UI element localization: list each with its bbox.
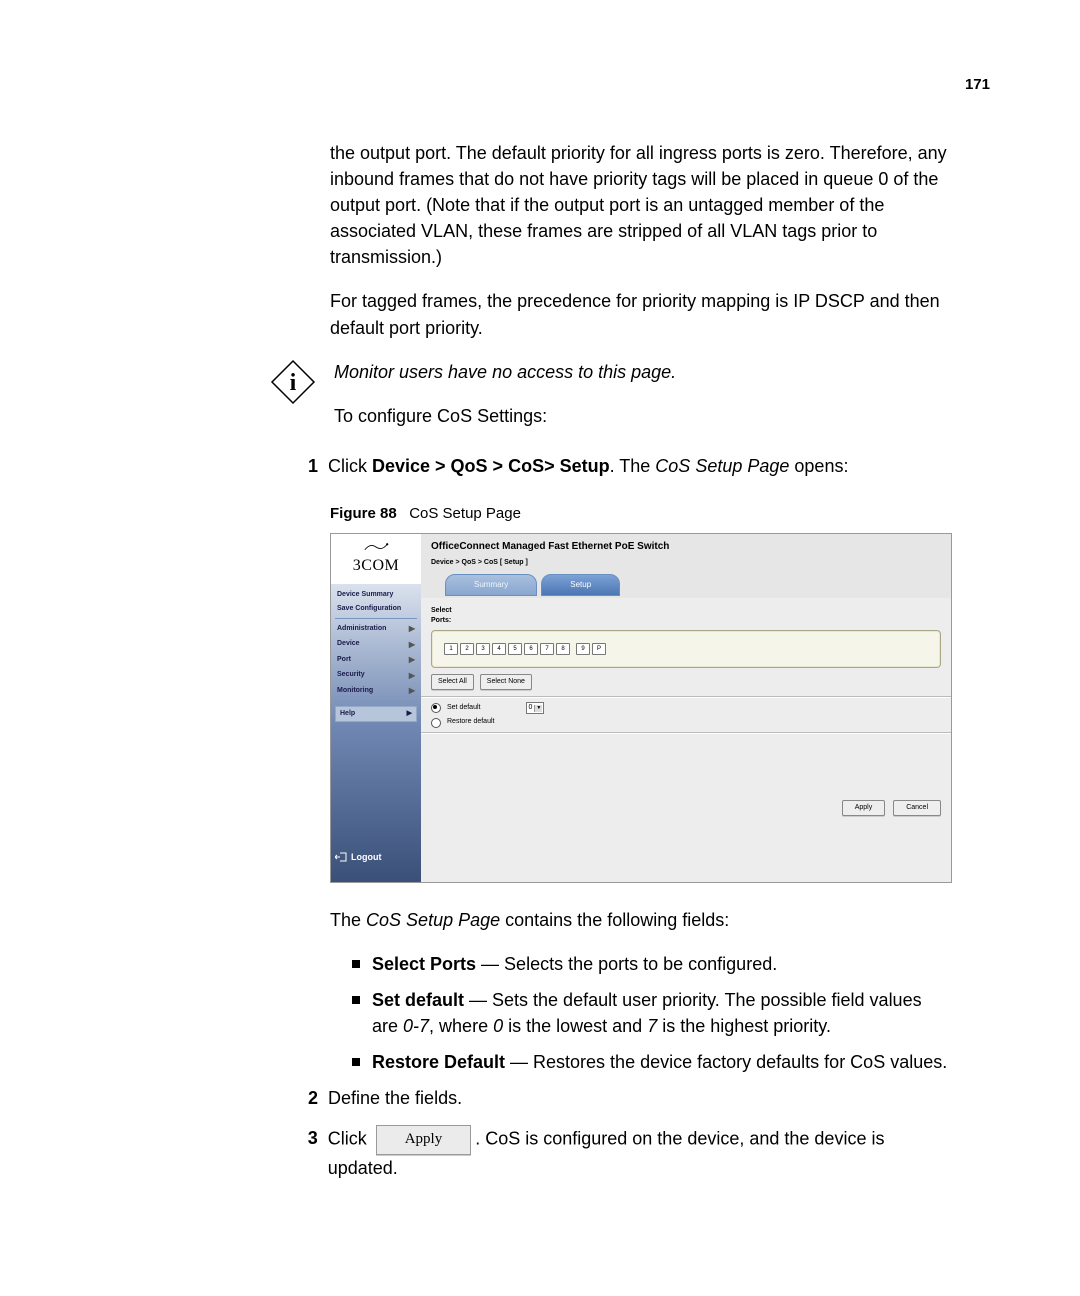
nav-help[interactable]: Help▶ [335, 706, 417, 722]
figure-caption: Figure 88 CoS Setup Page [330, 503, 950, 525]
logout-button[interactable]: Logout [331, 833, 421, 882]
info-icon: i [270, 359, 316, 405]
port-2[interactable]: 2 [460, 643, 474, 655]
select-all-button[interactable]: Select All [431, 674, 474, 690]
figure-number: Figure 88 [330, 505, 397, 522]
step-3: 3 Click Apply. CoS is configured on the … [298, 1125, 950, 1181]
nav-security[interactable]: Security▶ [333, 668, 419, 684]
restore-default-radio[interactable] [431, 718, 441, 728]
port-1[interactable]: 1 [444, 643, 458, 655]
set-default-radio[interactable] [431, 703, 441, 713]
chevron-right-icon: ▶ [409, 639, 415, 651]
port-3[interactable]: 3 [476, 643, 490, 655]
step-1-number: 1 [298, 453, 318, 479]
logo-text: 3COM [353, 554, 399, 577]
nav-device-summary[interactable]: Device Summary [333, 588, 419, 602]
intro-paragraph-2: For tagged frames, the precedence for pr… [330, 288, 950, 340]
bullet-icon [352, 996, 360, 1004]
page-number: 171 [965, 76, 990, 93]
page: 171 the output port. The default priorit… [0, 0, 1080, 1296]
field-bullet-list: Select Ports — Selects the ports to be c… [352, 951, 950, 1075]
chevron-right-icon: ▶ [409, 670, 415, 682]
step-2-number: 2 [298, 1085, 318, 1111]
nav-device[interactable]: Device▶ [333, 637, 419, 653]
step-1: 1 Click Device > QoS > CoS> Setup. The C… [298, 453, 950, 479]
port-8[interactable]: 8 [556, 643, 570, 655]
port-4[interactable]: 4 [492, 643, 506, 655]
port-p[interactable]: P [592, 643, 606, 655]
port-5[interactable]: 5 [508, 643, 522, 655]
breadcrumb: Device > QoS > CoS [ Setup ] [431, 558, 941, 568]
step-1-mid: . The [610, 456, 656, 476]
logo: 3COM [331, 534, 421, 584]
step-1-pre: Click [328, 456, 372, 476]
nav-monitoring[interactable]: Monitoring▶ [333, 683, 419, 699]
apply-button[interactable]: Apply [842, 800, 886, 816]
svg-text:i: i [290, 370, 297, 396]
step-2-text: Define the fields. [328, 1085, 462, 1111]
restore-default-label: Restore default [447, 717, 494, 727]
step-1-page: CoS Setup Page [655, 456, 789, 476]
chevron-right-icon: ▶ [407, 709, 412, 719]
bullet-restore-default: Restore Default — Restores the device fa… [352, 1049, 950, 1075]
main-panel: OfficeConnect Managed Fast Ethernet PoE … [421, 534, 951, 882]
select-ports-label: Select Ports: [431, 606, 941, 626]
switch-title: OfficeConnect Managed Fast Ethernet PoE … [431, 540, 941, 555]
chevron-right-icon: ▶ [409, 654, 415, 666]
step-2: 2 Define the fields. [298, 1085, 950, 1111]
monitor-note: Monitor users have no access to this pag… [334, 359, 950, 385]
select-none-button[interactable]: Select None [480, 674, 532, 690]
inline-apply-button: Apply [376, 1125, 472, 1155]
priority-select[interactable]: 0▼ [526, 702, 544, 714]
bullet-select-ports: Select Ports — Selects the ports to be c… [352, 951, 950, 977]
port-9[interactable]: 9 [576, 643, 590, 655]
config-lead: To configure CoS Settings: [334, 403, 950, 429]
logout-icon [335, 852, 347, 862]
bullet-icon [352, 1058, 360, 1066]
tab-setup[interactable]: Setup [541, 574, 620, 596]
step-3-number: 3 [298, 1125, 318, 1181]
logo-swirl-icon [362, 540, 390, 554]
set-default-label: Set default [447, 703, 480, 713]
intro-paragraph-1: the output port. The default priority fo… [330, 140, 950, 270]
port-7[interactable]: 7 [540, 643, 554, 655]
chevron-down-icon: ▼ [534, 705, 542, 712]
bullet-icon [352, 960, 360, 968]
fields-lead: The CoS Setup Page contains the followin… [330, 907, 950, 933]
step-1-post: opens: [789, 456, 848, 476]
cancel-button[interactable]: Cancel [893, 800, 941, 816]
port-selector: 1 2 3 4 5 6 7 8 9 P [431, 630, 941, 668]
cos-setup-screenshot: 3COM Device Summary Save Configuration A… [330, 533, 952, 883]
step-3-pre: Click [328, 1129, 372, 1149]
nav-port[interactable]: Port▶ [333, 652, 419, 668]
bullet-set-default: Set default — Sets the default user prio… [352, 987, 950, 1039]
port-6[interactable]: 6 [524, 643, 538, 655]
sidebar: 3COM Device Summary Save Configuration A… [331, 534, 421, 882]
chevron-right-icon: ▶ [409, 685, 415, 697]
chevron-right-icon: ▶ [409, 623, 415, 635]
figure-title: CoS Setup Page [409, 505, 521, 522]
nav-save-config[interactable]: Save Configuration [333, 602, 419, 616]
step-1-path: Device > QoS > CoS> Setup [372, 456, 610, 476]
tab-summary[interactable]: Summary [445, 574, 537, 596]
nav-administration[interactable]: Administration▶ [333, 621, 419, 637]
